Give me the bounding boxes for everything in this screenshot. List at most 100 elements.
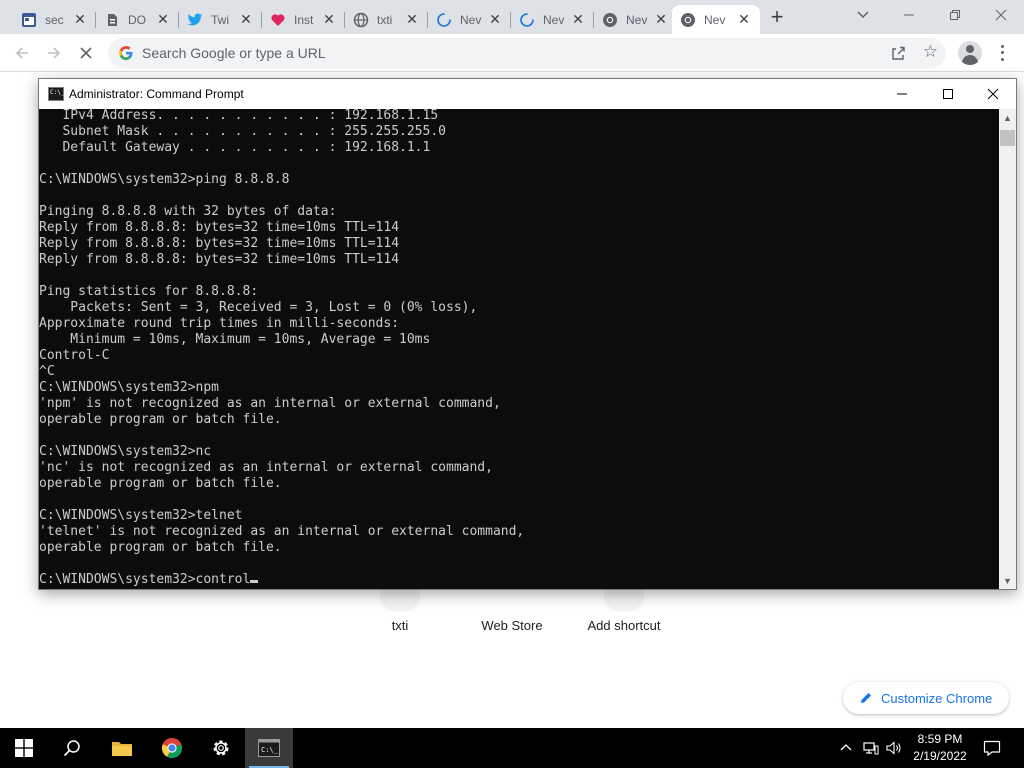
windows-taskbar: C:\_ 8:59 PM 2/19/2022 (0, 728, 1024, 768)
tab-1[interactable]: sec ✕ (13, 5, 96, 34)
svg-text:C:\_: C:\_ (261, 746, 279, 754)
bookmark-star-icon[interactable]: ☆ (923, 42, 938, 62)
console-line: ^C (39, 364, 55, 379)
calendar-icon (21, 12, 37, 28)
close-tab-icon[interactable]: ✕ (404, 11, 420, 27)
console-line: 'telnet' is not recognized as an interna… (39, 524, 525, 539)
notifications-icon[interactable] (983, 738, 1001, 758)
scrollbar-thumb[interactable] (1000, 130, 1015, 146)
shortcut-txti[interactable]: txti (350, 618, 450, 633)
close-tab-icon[interactable]: ✕ (487, 11, 503, 27)
console-line: 'npm' is not recognized as an internal o… (39, 396, 501, 411)
chrome-icon (602, 12, 618, 28)
tab-6[interactable]: Nev ✕ (428, 5, 511, 34)
command-prompt-icon (48, 87, 64, 101)
console-output[interactable]: IPv4 Address. . . . . . . . . . . : 192.… (39, 109, 999, 589)
command-prompt-window[interactable]: Administrator: Command Prompt IPv4 Addre… (38, 78, 1017, 590)
console-line: Reply from 8.8.8.8: bytes=32 time=10ms T… (39, 252, 400, 267)
stop-loading-icon[interactable] (76, 43, 96, 63)
console-line: C:\WINDOWS\system32>npm (39, 380, 220, 395)
twitter-icon (187, 12, 203, 28)
console-line: 'nc' is not recognized as an internal or… (39, 460, 493, 475)
tab-3[interactable]: Twi ✕ (179, 5, 262, 34)
console-line: Reply from 8.8.8.8: bytes=32 time=10ms T… (39, 236, 400, 251)
pencil-icon (859, 691, 873, 705)
console-line: Reply from 8.8.8.8: bytes=32 time=10ms T… (39, 220, 400, 235)
close-tab-icon[interactable]: ✕ (72, 11, 88, 27)
taskbar-clock[interactable]: 8:59 PM 2/19/2022 (908, 731, 972, 765)
tab-9-active[interactable]: Nev ✕ (672, 5, 760, 34)
close-window-icon[interactable] (978, 0, 1024, 30)
close-tab-icon[interactable]: ✕ (155, 11, 171, 27)
scroll-up-arrow-icon[interactable]: ▲ (999, 109, 1016, 126)
clock-date: 2/19/2022 (913, 749, 967, 763)
tab-4[interactable]: Inst ✕ (262, 5, 345, 34)
tab-8[interactable]: Nev ✕ (594, 5, 677, 34)
chrome-icon (680, 12, 696, 28)
close-tab-icon[interactable]: ✕ (321, 11, 337, 27)
file-explorer-icon[interactable] (98, 728, 146, 768)
close-tab-icon[interactable]: ✕ (653, 11, 669, 27)
customize-chrome-label: Customize Chrome (881, 690, 993, 706)
heart-icon (270, 12, 286, 28)
forward-arrow-icon[interactable] (44, 43, 64, 63)
minimize-icon[interactable] (886, 0, 932, 30)
network-icon[interactable] (863, 738, 879, 758)
close-tab-icon[interactable]: ✕ (570, 11, 586, 27)
address-bar-placeholder: Search Google or type a URL (142, 45, 326, 61)
loading-icon (519, 12, 535, 28)
back-arrow-icon[interactable] (12, 43, 32, 63)
window-title: Administrator: Command Prompt (69, 87, 244, 101)
globe-icon (353, 12, 369, 28)
command-prompt-titlebar[interactable]: Administrator: Command Prompt (39, 79, 1016, 109)
shortcut-web-store[interactable]: Web Store (462, 618, 562, 633)
profile-avatar-icon[interactable] (958, 41, 982, 65)
doc-icon (104, 12, 120, 28)
address-bar[interactable]: Search Google or type a URL ☆ (108, 38, 946, 68)
shortcut-add[interactable]: Add shortcut (574, 618, 674, 633)
tab-7[interactable]: Nev ✕ (511, 5, 594, 34)
text-cursor (250, 580, 259, 583)
console-current-line[interactable]: C:\WINDOWS\system32>control (39, 572, 250, 587)
browser-tab-strip: sec ✕ DO ✕ Twi ✕ Inst ✕ txti ✕ Nev ✕ Nev… (0, 0, 1024, 34)
more-menu-icon[interactable] (996, 43, 1008, 63)
volume-icon[interactable] (886, 738, 902, 758)
console-line: Subnet Mask . . . . . . . . . . . : 255.… (39, 124, 446, 139)
console-text: IPv4 Address. . . . . . . . . . . : 192.… (39, 109, 524, 588)
console-line: Default Gateway . . . . . . . . . : 192.… (39, 140, 431, 155)
restore-icon[interactable] (932, 0, 978, 30)
console-line: operable program or batch file. (39, 540, 282, 555)
close-tab-icon[interactable]: ✕ (736, 11, 752, 27)
console-line: C:\WINDOWS\system32>ping 8.8.8.8 (39, 172, 290, 187)
console-line: Approximate round trip times in milli-se… (39, 316, 400, 331)
console-line: IPv4 Address. . . . . . . . . . . : 192.… (39, 109, 439, 123)
google-g-icon (118, 45, 134, 61)
close-window-icon[interactable] (970, 79, 1016, 109)
chrome-icon[interactable] (148, 728, 196, 768)
close-tab-icon[interactable]: ✕ (238, 11, 254, 27)
console-line: C:\WINDOWS\system32>telnet (39, 508, 243, 523)
new-tab-plus-icon[interactable]: + (767, 6, 787, 28)
console-line: C:\WINDOWS\system32>nc (39, 444, 212, 459)
vertical-scrollbar[interactable]: ▲ ▼ (999, 109, 1016, 589)
console-line: Ping statistics for 8.8.8.8: (39, 284, 259, 299)
search-icon[interactable] (48, 728, 96, 768)
minimize-icon[interactable] (879, 79, 925, 109)
customize-chrome-button[interactable]: Customize Chrome (843, 682, 1009, 714)
loading-icon (436, 12, 452, 28)
show-hidden-icons-chevron-icon[interactable] (839, 738, 853, 758)
tab-2[interactable]: DO ✕ (96, 5, 179, 34)
tab-title: Nev (704, 12, 726, 27)
windows-start-icon[interactable] (0, 728, 48, 768)
scroll-down-arrow-icon[interactable]: ▼ (999, 572, 1016, 589)
share-icon[interactable] (890, 45, 906, 61)
console-line: Pinging 8.8.8.8 with 32 bytes of data: (39, 204, 337, 219)
browser-toolbar: Search Google or type a URL ☆ (0, 34, 1024, 72)
command-prompt-taskbar-icon[interactable]: C:\_ (245, 728, 293, 768)
console-line: operable program or batch file. (39, 412, 282, 427)
tab-5[interactable]: txti ✕ (345, 5, 428, 34)
console-line: operable program or batch file. (39, 476, 282, 491)
maximize-icon[interactable] (925, 79, 971, 109)
settings-gear-icon[interactable] (197, 728, 245, 768)
tab-search-chevron-icon[interactable] (855, 6, 871, 22)
